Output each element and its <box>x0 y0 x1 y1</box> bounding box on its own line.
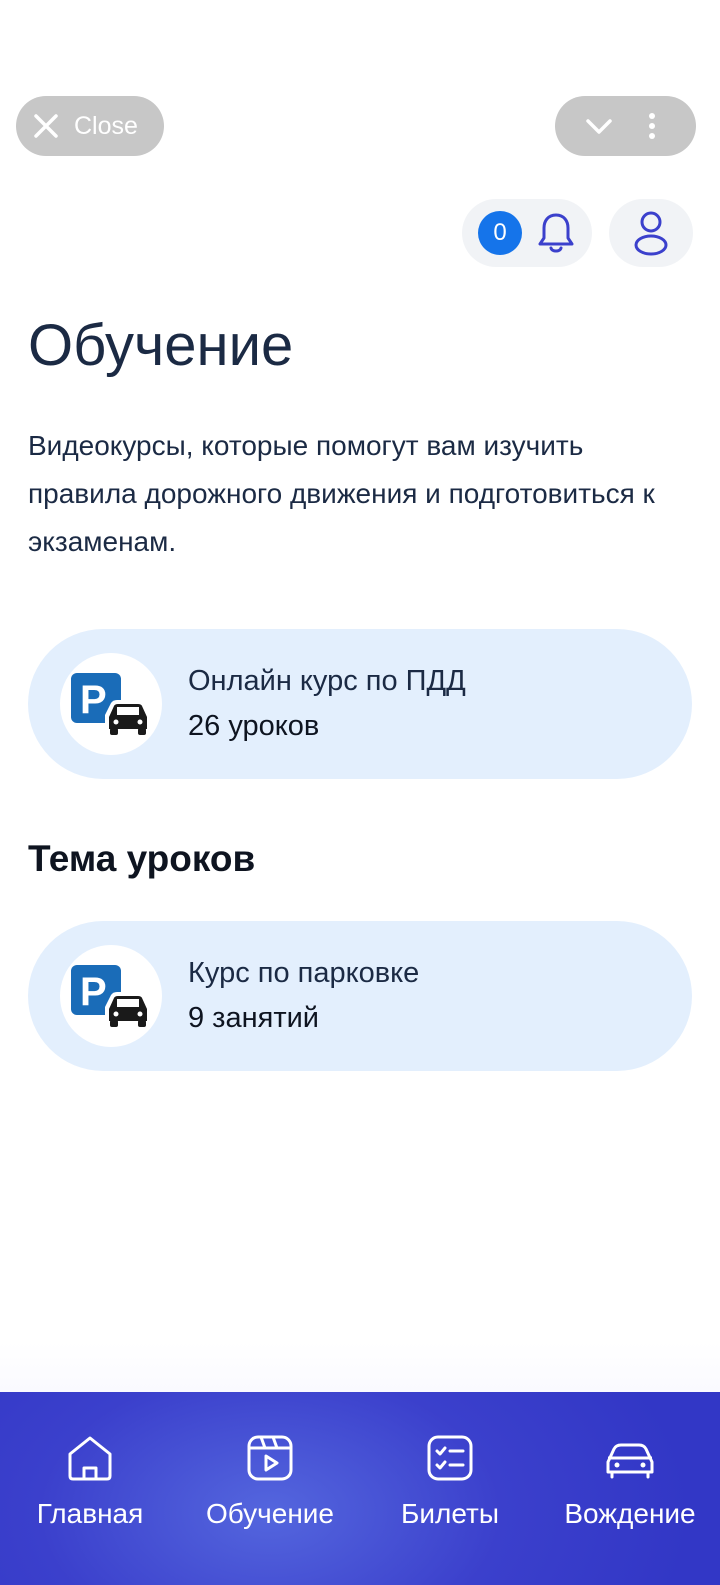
course-title: Курс по парковке <box>188 957 420 989</box>
nav-item-tickets[interactable]: Билеты <box>365 1432 535 1585</box>
nav-fade <box>0 1342 720 1392</box>
more-vertical-icon[interactable] <box>637 111 667 141</box>
nav-label: Главная <box>36 1498 144 1529</box>
nav-item-home[interactable]: Главная <box>5 1432 175 1585</box>
home-icon <box>68 1436 112 1481</box>
svg-text:P: P <box>80 678 107 722</box>
video-icon <box>247 1435 293 1481</box>
course-lesson-count: 26 уроков <box>188 710 320 742</box>
nav-label: Вождение <box>564 1498 696 1529</box>
profile-button[interactable] <box>609 199 693 267</box>
course-card-online[interactable]: P Онлайн курс по ПДД 26 уроков <box>28 629 692 779</box>
course-lesson-count: 9 занятий <box>188 1002 320 1034</box>
svg-text:P: P <box>80 970 107 1014</box>
nav-label: Обучение <box>205 1498 335 1529</box>
user-icon <box>634 211 668 256</box>
bottom-navigation: Главная Обучение Билеты Вождение <box>0 1392 720 1585</box>
car-icon <box>606 1443 654 1479</box>
page-title: Обучение <box>28 313 294 378</box>
close-label: Close <box>74 111 138 140</box>
checklist-icon <box>427 1435 473 1481</box>
course-title: Онлайн курс по ПДД <box>188 665 466 697</box>
parking-car-icon: P <box>71 965 151 1027</box>
close-button[interactable]: Close <box>16 96 164 156</box>
section-title: Тема уроков <box>28 838 256 879</box>
nav-item-learning[interactable]: Обучение <box>185 1432 355 1585</box>
app-menu <box>555 96 696 156</box>
page-description: Видеокурсы, которые помогут вам изучить … <box>28 430 655 557</box>
parking-car-icon: P <box>71 673 151 735</box>
notification-count-badge: 0 <box>478 211 522 255</box>
close-icon <box>34 114 58 138</box>
bell-icon <box>538 213 574 253</box>
nav-label: Билеты <box>401 1498 499 1529</box>
course-icon-container: P <box>60 945 162 1047</box>
course-card-parking[interactable]: P Курс по парковке 9 занятий <box>28 921 692 1071</box>
notifications-button[interactable]: 0 <box>462 199 592 267</box>
chevron-down-icon[interactable] <box>584 111 614 141</box>
course-icon-container: P <box>60 653 162 755</box>
nav-item-driving[interactable]: Вождение <box>545 1432 715 1585</box>
